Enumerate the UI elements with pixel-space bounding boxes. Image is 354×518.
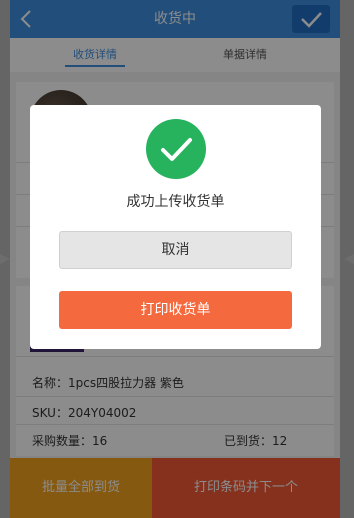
dialog-message: 成功上传收货单 — [126, 194, 225, 210]
success-dialog: 成功上传收货单 取消 打印收货单 — [30, 105, 321, 349]
cancel-button[interactable]: 取消 — [59, 231, 292, 269]
success-check-icon — [146, 119, 206, 179]
print-receipt-button[interactable]: 打印收货单 — [59, 291, 292, 329]
